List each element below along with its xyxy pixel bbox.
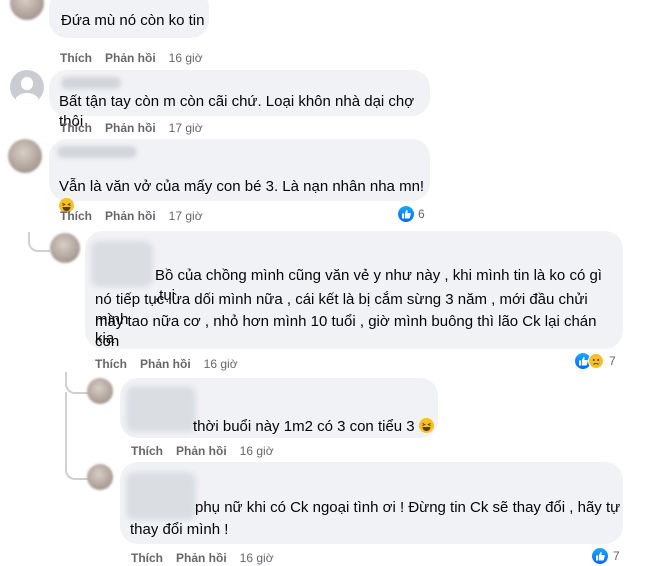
reaction-count: 6 <box>418 207 425 221</box>
comment-bubble: Bồ của chồng mình cũng văn vẻ y như này … <box>85 231 623 350</box>
comment-bubble: Vẫn là văn vở của mấy con bé 3. Là nạn n… <box>49 139 430 213</box>
like-button[interactable]: Thích <box>131 551 163 565</box>
like-button[interactable]: Thích <box>60 51 92 65</box>
comment-bubble: Đứa mù nó còn ko tin <box>49 0 209 38</box>
comment-time[interactable]: 17 giờ <box>169 209 203 223</box>
comment-time[interactable]: 16 giờ <box>169 51 203 65</box>
comment-actions: Thích Phản hồi 16 giờ <box>131 444 287 458</box>
reaction-count: 7 <box>609 354 616 368</box>
comment-text: mày tao nữa cơ , nhỏ hơn mình 10 tuổi , … <box>95 313 597 350</box>
like-reaction-icon <box>398 206 414 222</box>
comment-text: phụ nữ khi có Ck ngoại tình ơi ! Đừng ti… <box>195 499 621 516</box>
comment-time[interactable]: 17 giờ <box>169 121 203 135</box>
reply-button[interactable]: Phản hồi <box>105 209 156 223</box>
laughing-emoji-icon <box>418 418 434 433</box>
reaction-summary[interactable]: 6 <box>398 206 425 222</box>
reaction-summary[interactable]: 7 <box>575 353 616 369</box>
comment-actions: Thích Phản hồi 16 giờ <box>60 51 216 65</box>
like-button[interactable]: Thích <box>60 209 92 223</box>
avatar[interactable] <box>87 378 113 404</box>
like-button[interactable]: Thích <box>131 444 163 458</box>
thread-line-main <box>28 232 50 252</box>
reply-button[interactable]: Phản hồi <box>105 51 156 65</box>
reaction-count: 7 <box>613 549 620 563</box>
comment-text: kia <box>95 330 115 347</box>
avatar[interactable] <box>10 0 44 20</box>
comment-time[interactable]: 16 giờ <box>240 551 274 565</box>
like-reaction-icon <box>592 548 608 564</box>
comment-bubble: thời buổi này 1m2 có 3 con tiểu 3 <box>120 378 438 438</box>
reply-button[interactable]: Phản hồi <box>140 357 191 371</box>
comment-text: thời buổi này 1m2 có 3 con tiểu 3 <box>193 417 434 437</box>
thread-line-reply-2 <box>65 392 89 480</box>
like-button[interactable]: Thích <box>95 357 127 371</box>
comment-actions: Thích Phản hồi 17 giờ <box>60 209 216 223</box>
avatar[interactable] <box>87 464 113 490</box>
author-name[interactable] <box>57 146 137 158</box>
comment-text: thay đổi mình ! <box>130 521 229 538</box>
comment-bubble: phụ nữ khi có Ck ngoại tình ơi ! Đừng ti… <box>120 462 623 544</box>
comment-actions: Thích Phản hồi 16 giờ <box>131 551 287 565</box>
reply-button[interactable]: Phản hồi <box>105 121 156 135</box>
comment-bubble: Bất tận tay còn m còn cãi chứ. Loại khôn… <box>49 70 430 130</box>
comment-time[interactable]: 16 giờ <box>204 357 238 371</box>
avatar[interactable] <box>8 139 42 173</box>
thread-line-reply-1 <box>65 372 89 394</box>
reaction-summary[interactable]: 7 <box>592 548 620 564</box>
like-button[interactable]: Thích <box>60 121 92 135</box>
comment-actions: Thích Phản hồi 16 giờ <box>95 357 251 371</box>
comment-text: Đứa mù nó còn ko tin <box>61 12 205 29</box>
reply-button[interactable]: Phản hồi <box>176 551 227 565</box>
author-name[interactable] <box>126 386 196 432</box>
comment-actions: Thích Phản hồi 17 giờ <box>60 121 216 135</box>
author-name[interactable] <box>126 472 196 520</box>
avatar[interactable] <box>50 233 80 263</box>
comment-time[interactable]: 16 giờ <box>240 444 274 458</box>
sad-reaction-icon <box>588 353 604 369</box>
avatar[interactable] <box>10 70 44 104</box>
author-name[interactable] <box>61 77 121 89</box>
author-name[interactable] <box>91 241 153 287</box>
reply-button[interactable]: Phản hồi <box>176 444 227 458</box>
